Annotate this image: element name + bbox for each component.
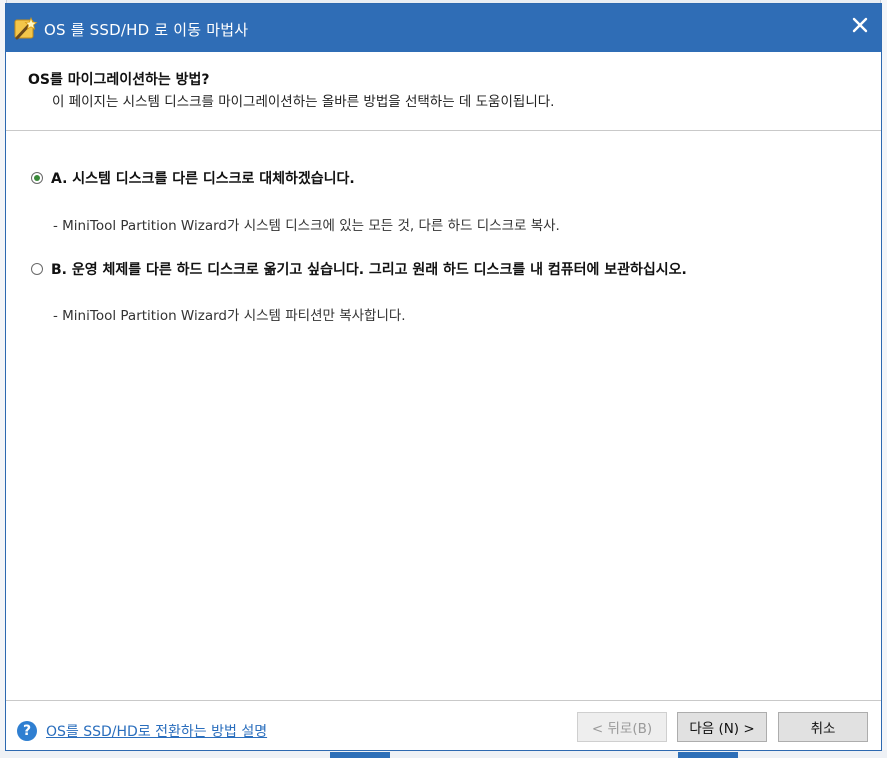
close-icon bbox=[852, 17, 868, 37]
migrate-os-wizard-dialog: OS 를 SSD/HD 로 이동 마법사 OS를 마이그레이션하는 방법? 이 … bbox=[5, 3, 882, 751]
help-link-text[interactable]: OS를 SSD/HD로 전환하는 방법 설명 bbox=[46, 721, 267, 741]
wizard-wand-icon bbox=[12, 16, 38, 42]
option-a-label: A. 시스템 디스크를 다른 디스크로 대체하겠습니다. bbox=[51, 171, 355, 187]
title-bar[interactable]: OS 를 SSD/HD 로 이동 마법사 bbox=[6, 4, 881, 52]
option-b-label: B. 운영 체제를 다른 하드 디스크로 옮기고 싶습니다. 그리고 원래 하드… bbox=[51, 262, 687, 278]
footer-divider bbox=[6, 700, 881, 701]
cancel-button[interactable]: 취소 bbox=[778, 712, 868, 742]
background-window-edge-bottom bbox=[0, 750, 887, 758]
background-chip bbox=[678, 752, 738, 758]
back-button[interactable]: < 뒤로(B) bbox=[577, 712, 667, 742]
page-description: 이 페이지는 시스템 디스크를 마이그레이션하는 올바른 방법을 선택하는 데 … bbox=[52, 94, 555, 110]
option-a-radio-row[interactable]: A. 시스템 디스크를 다른 디스크로 대체하겠습니다. bbox=[31, 168, 355, 188]
help-icon[interactable]: ? bbox=[17, 721, 37, 741]
next-button[interactable]: 다음 (N) > bbox=[677, 712, 767, 742]
window-title: OS 를 SSD/HD 로 이동 마법사 bbox=[44, 21, 249, 39]
close-button[interactable] bbox=[845, 12, 875, 42]
option-a-radio[interactable] bbox=[31, 172, 43, 184]
page-title: OS를 마이그레이션하는 방법? bbox=[28, 72, 210, 88]
option-a-description: - MiniTool Partition Wizard가 시스템 디스크에 있는… bbox=[53, 218, 560, 234]
option-b-radio[interactable] bbox=[31, 263, 43, 275]
option-b-radio-row[interactable]: B. 운영 체제를 다른 하드 디스크로 옮기고 싶습니다. 그리고 원래 하드… bbox=[31, 259, 687, 279]
option-b-description: - MiniTool Partition Wizard가 시스템 파티션만 복사… bbox=[53, 308, 406, 324]
background-chip bbox=[330, 752, 390, 758]
help-link[interactable]: ? OS를 SSD/HD로 전환하는 방법 설명 bbox=[17, 721, 267, 741]
header-divider bbox=[6, 130, 881, 131]
page-header: OS를 마이그레이션하는 방법? 이 페이지는 시스템 디스크를 마이그레이션하… bbox=[6, 52, 881, 130]
